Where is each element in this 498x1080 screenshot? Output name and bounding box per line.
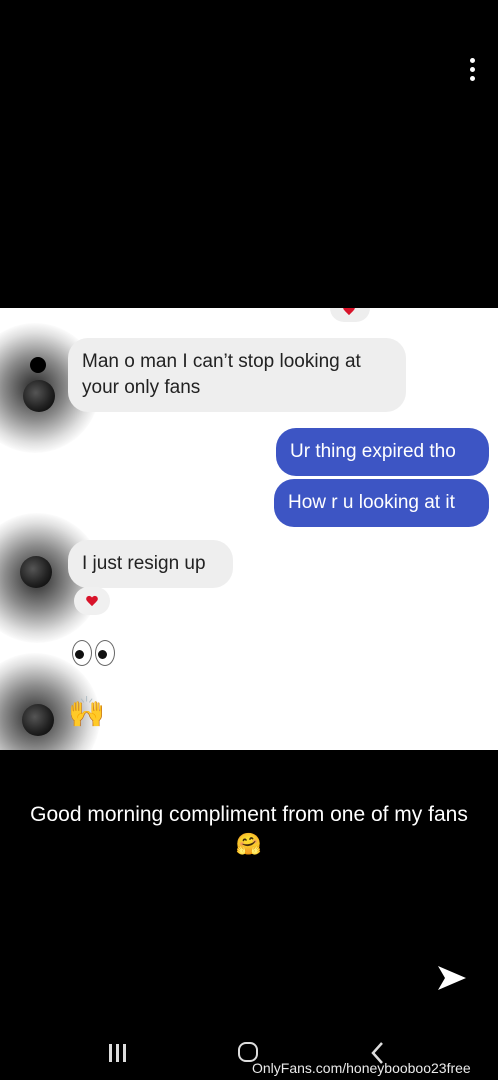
avatar [23, 380, 55, 412]
incoming-message-bubble: Man o man I can’t stop looking at your o… [68, 338, 406, 412]
send-arrow-icon[interactable] [436, 962, 468, 994]
avatar [22, 704, 54, 736]
outgoing-message-bubble: How r u looking at it [274, 479, 489, 527]
message-text: Man o man I can’t stop looking at your o… [82, 351, 361, 398]
online-dot [30, 357, 46, 373]
message-text: How r u looking at it [288, 492, 455, 513]
outgoing-message-bubble: Ur thing expired tho [276, 428, 489, 476]
watermark-text: OnlyFans.com/honeybooboo23free [252, 1060, 471, 1076]
message-text: I just resign up [82, 553, 206, 574]
reaction-badge [74, 587, 110, 615]
more-options-icon[interactable] [463, 56, 481, 84]
recents-icon[interactable] [109, 1044, 131, 1064]
message-text: Ur thing expired tho [290, 441, 456, 462]
heart-icon [86, 596, 98, 607]
raising-hands-emoji: 🙌 [68, 695, 106, 730]
reaction-badge [330, 308, 370, 322]
chat-screenshot: Man o man I can’t stop looking at your o… [0, 308, 498, 750]
post-caption: Good morning compliment from one of my f… [30, 803, 468, 856]
eyes-emoji [72, 640, 92, 666]
heart-icon [343, 308, 355, 316]
avatar [20, 556, 52, 588]
incoming-message-bubble: I just resign up [68, 540, 233, 588]
eyes-emoji [95, 640, 115, 666]
